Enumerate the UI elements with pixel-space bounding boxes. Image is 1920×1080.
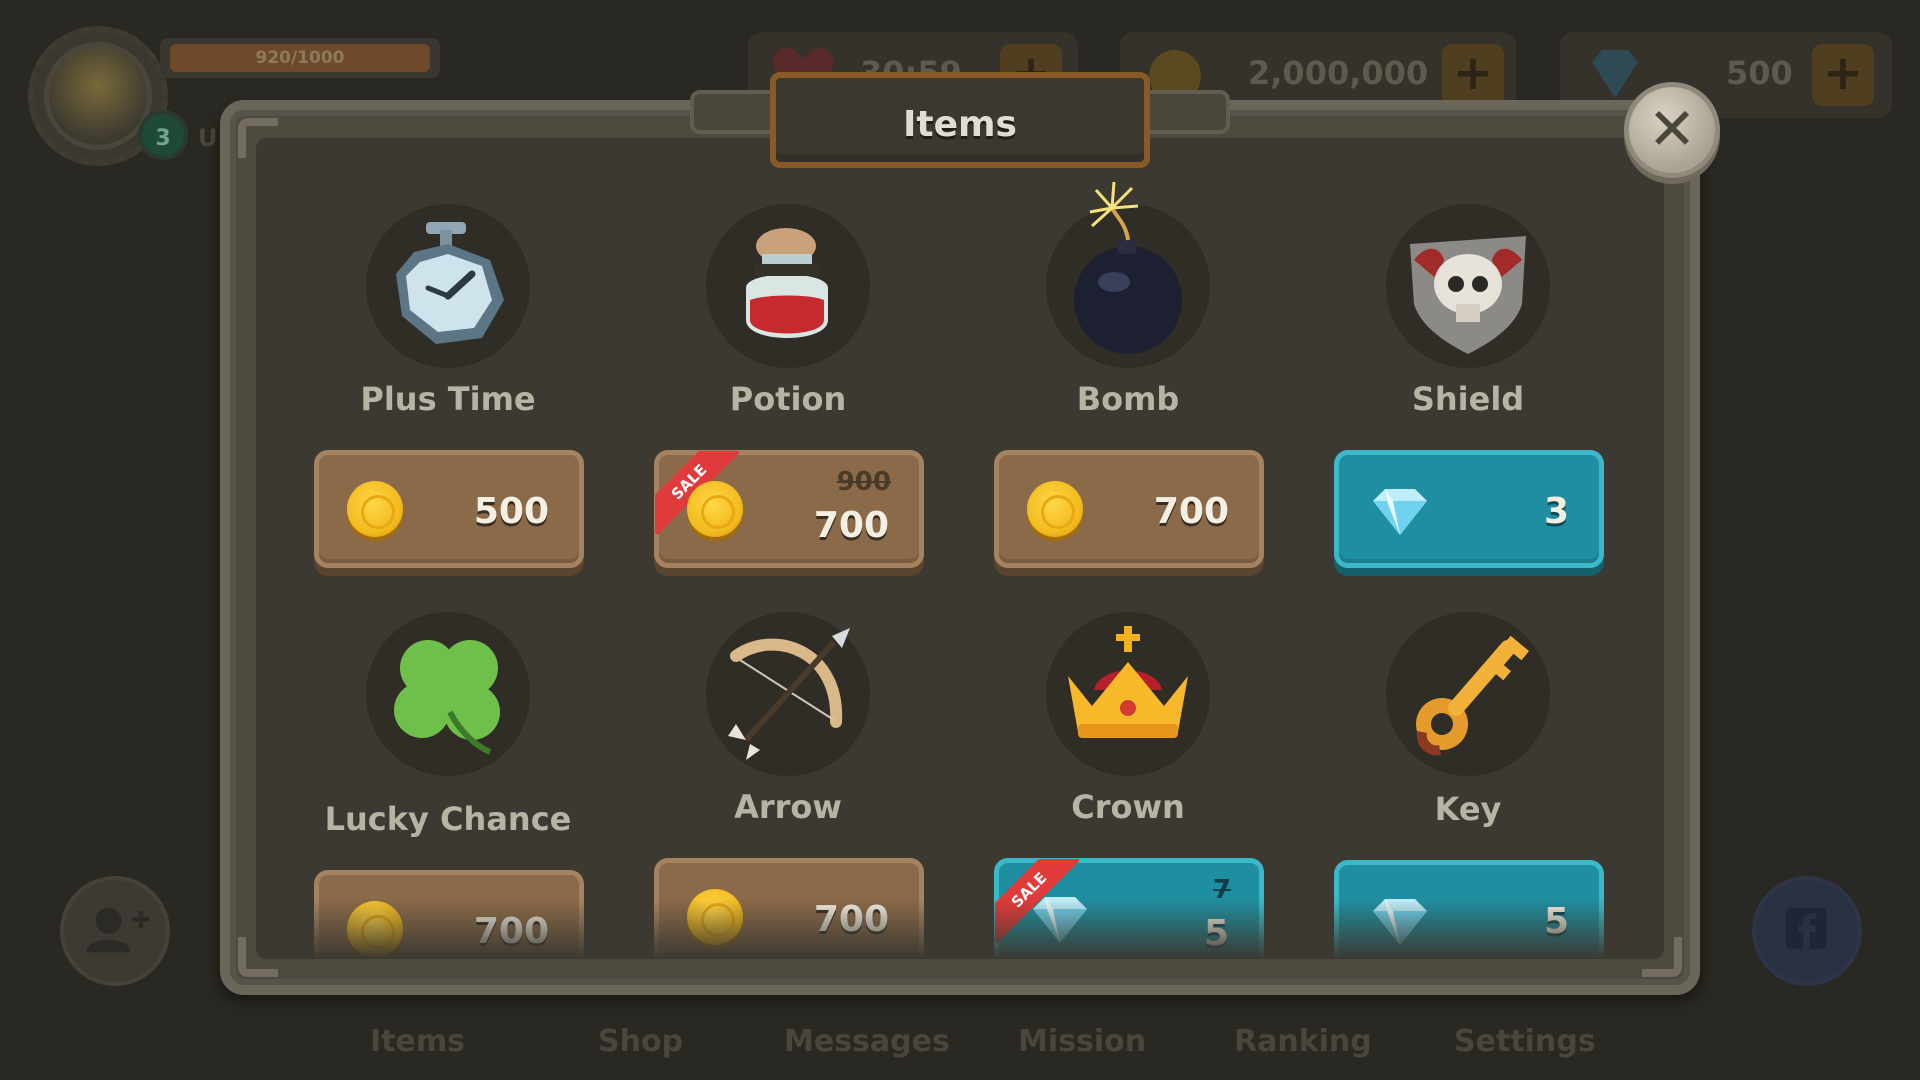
item-icon-frame [366, 612, 530, 776]
crown-icon [1068, 626, 1188, 738]
username-label: U [198, 124, 218, 152]
bottom-nav: Items Shop Messages Mission Ranking Sett… [0, 1020, 1920, 1070]
item-icon-frame [1386, 204, 1550, 368]
item-icon-frame [1046, 181, 1210, 368]
items-modal: Plus Time Potion Bomb Shield 500 SALE 90… [220, 100, 1700, 995]
add-gems-button[interactable]: + [1812, 44, 1874, 106]
potion-icon [746, 228, 828, 338]
stopwatch-icon [396, 222, 504, 344]
buy-plus-time-button[interactable]: 500 [314, 450, 584, 568]
buy-bomb-button[interactable]: 700 [994, 450, 1264, 568]
add-coins-button[interactable]: + [1442, 44, 1504, 106]
xp-bar: 920/1000 [160, 38, 440, 78]
gem-icon [1373, 489, 1427, 535]
nav-settings[interactable]: Settings [1454, 1024, 1596, 1059]
buy-potion-button[interactable]: SALE 900 700 [654, 450, 924, 568]
shield-icon [1410, 236, 1526, 354]
item-icon-frame [706, 204, 870, 368]
coin-amount: 2,000,000 [1248, 54, 1429, 92]
price-value: 3 [1543, 491, 1569, 532]
item-name-bomb: Bomb [1076, 380, 1180, 418]
coin-icon [347, 481, 403, 537]
close-button[interactable]: ✕ [1624, 82, 1720, 178]
item-name-arrow: Arrow [734, 788, 842, 826]
price-value: 700 [813, 505, 889, 546]
nav-messages[interactable]: Messages [784, 1024, 950, 1059]
add-friend-icon [86, 907, 150, 953]
coin-icon [687, 481, 743, 537]
facebook-button[interactable] [1752, 876, 1862, 986]
nav-mission[interactable]: Mission [1018, 1024, 1146, 1059]
item-name-shield: Shield [1411, 380, 1525, 418]
facebook-icon [1785, 907, 1827, 949]
old-price-value: 900 [836, 467, 891, 497]
modal-title-plate: Items [690, 72, 1230, 172]
price-value: 700 [1153, 491, 1229, 532]
item-icon-frame [1386, 612, 1550, 776]
item-icon-frame [366, 204, 530, 368]
item-name-crown: Crown [1071, 788, 1185, 826]
items-grid: Plus Time Potion Bomb Shield 500 SALE 90… [256, 138, 1664, 959]
item-name-plus-time: Plus Time [360, 380, 536, 418]
add-friend-button[interactable] [60, 876, 170, 986]
avatar[interactable] [44, 42, 152, 150]
modal-title: Items [903, 104, 1017, 145]
item-name-potion: Potion [729, 380, 847, 418]
gem-amount: 500 [1726, 54, 1793, 92]
item-icon-frame [706, 612, 870, 776]
clover-icon [394, 640, 500, 755]
item-name-lucky-chance: Lucky Chance [324, 800, 572, 838]
bomb-icon [1074, 181, 1182, 354]
item-name-key: Key [1434, 790, 1502, 828]
item-icon-frame [1046, 612, 1210, 776]
nav-shop[interactable]: Shop [598, 1024, 683, 1059]
coin-icon [1027, 481, 1083, 537]
key-icon [1416, 635, 1530, 756]
nav-ranking[interactable]: Ranking [1234, 1024, 1372, 1059]
bow-arrow-icon [728, 628, 850, 760]
price-value: 500 [473, 491, 549, 532]
buy-shield-button[interactable]: 3 [1334, 450, 1604, 568]
level-badge: 3 [138, 110, 188, 160]
scroll-fade [256, 899, 1664, 959]
xp-text: 920/1000 [170, 44, 430, 72]
nav-items[interactable]: Items [370, 1024, 465, 1059]
